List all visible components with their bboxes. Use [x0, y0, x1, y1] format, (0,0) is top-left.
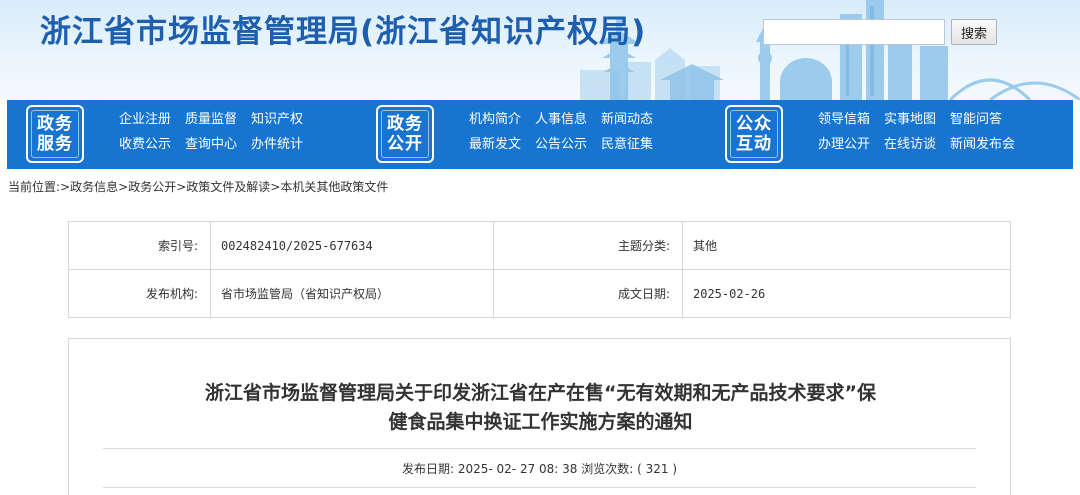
- nav-badge-line1: 政务: [37, 114, 73, 134]
- main-nav: 政务 服务 企业注册 质量监督 知识产权 收费公示 查询中心 办件统计 政务 公…: [7, 100, 1073, 169]
- nav-link-fee-disclosure[interactable]: 收费公示: [119, 135, 171, 154]
- nav-link-personnel-info[interactable]: 人事信息: [535, 110, 587, 129]
- nav-link-smart-qa[interactable]: 智能问答: [950, 110, 1015, 129]
- nav-link-latest-documents[interactable]: 最新发文: [469, 135, 521, 154]
- search-button[interactable]: 搜索: [951, 19, 997, 45]
- topic-category-label: 主题分类:: [493, 221, 683, 270]
- written-date-value: 2025-02-26: [682, 269, 1011, 318]
- divider: [103, 448, 976, 449]
- index-number-label: 索引号:: [68, 221, 211, 270]
- view-count-label: 浏览次数:: [581, 462, 634, 476]
- breadcrumb-separator: >: [60, 180, 71, 194]
- breadcrumb-prefix: 当前位置:: [8, 180, 61, 194]
- index-number-value: 002482410/2025-677634: [210, 221, 494, 270]
- article-container: 浙江省市场监督管理局关于印发浙江省在产在售“无有效期和无产品技术要求”保 健食品…: [68, 338, 1011, 495]
- breadcrumb-item-other-policy-documents[interactable]: 本机关其他政策文件: [280, 180, 388, 194]
- breadcrumb-separator: >: [176, 180, 187, 194]
- view-count-value: ( 321 ): [637, 462, 678, 476]
- article-meta: 发布日期: 2025- 02- 27 08: 38 浏览次数: ( 321 ): [69, 460, 1010, 477]
- nav-link-leader-mailbox[interactable]: 领导信箱: [818, 110, 870, 129]
- article-title-line2: 健食品集中换证工作实施方案的通知: [388, 411, 693, 433]
- breadcrumb-separator: >: [270, 180, 281, 194]
- nav-links-group-2: 机构简介 人事信息 新闻动态 最新发文 公告公示 民意征集: [469, 110, 653, 154]
- publisher-value: 省市场监管局（省知识产权局）: [210, 269, 494, 318]
- nav-badge-government-services[interactable]: 政务 服务: [26, 105, 84, 163]
- nav-badge-line2: 服务: [37, 134, 73, 154]
- nav-link-practical-map[interactable]: 实事地图: [884, 110, 936, 129]
- nav-links-group-3: 领导信箱 实事地图 智能问答 办理公开 在线访谈 新闻发布会: [818, 110, 1015, 154]
- nav-link-press-conference[interactable]: 新闻发布会: [950, 135, 1015, 154]
- breadcrumb-item-policy-documents[interactable]: 政策文件及解读: [186, 180, 270, 194]
- header-banner: 浙江省市场监督管理局(浙江省知识产权局) 搜索: [0, 0, 1080, 100]
- article-title-line1: 浙江省市场监督管理局关于印发浙江省在产在售“无有效期和无产品技术要求”保: [205, 382, 876, 404]
- topic-category-value: 其他: [682, 221, 1011, 270]
- nav-link-public-opinion[interactable]: 民意征集: [601, 135, 653, 154]
- search-input[interactable]: [763, 19, 945, 45]
- nav-badge-line2: 互动: [736, 134, 772, 154]
- nav-link-query-center[interactable]: 查询中心: [185, 135, 237, 154]
- breadcrumb-separator: >: [118, 180, 129, 194]
- written-date-label: 成文日期:: [493, 269, 683, 318]
- publish-date-value: 2025- 02- 27 08: 38: [457, 462, 578, 476]
- breadcrumb-item-government-disclosure[interactable]: 政务公开: [128, 180, 176, 194]
- document-metadata-table: 索引号: 002482410/2025-677634 主题分类: 其他 发布机构…: [68, 221, 1011, 318]
- divider: [103, 487, 976, 488]
- nav-badge-government-disclosure[interactable]: 政务 公开: [376, 105, 434, 163]
- nav-link-announcements[interactable]: 公告公示: [535, 135, 587, 154]
- nav-link-handling-disclosure[interactable]: 办理公开: [818, 135, 870, 154]
- table-row: 发布机构: 省市场监管局（省知识产权局） 成文日期: 2025-02-26: [68, 269, 1011, 318]
- breadcrumb-item-government-info[interactable]: 政务信息: [70, 180, 118, 194]
- nav-link-enterprise-registration[interactable]: 企业注册: [119, 110, 171, 129]
- publish-date-label: 发布日期:: [401, 462, 455, 476]
- nav-badge-line2: 公开: [387, 134, 423, 154]
- breadcrumb: 当前位置:>政务信息>政务公开>政策文件及解读>本机关其他政策文件: [8, 178, 388, 195]
- nav-badge-public-interaction[interactable]: 公众 互动: [725, 105, 783, 163]
- nav-link-organization-intro[interactable]: 机构简介: [469, 110, 521, 129]
- nav-link-quality-supervision[interactable]: 质量监督: [185, 110, 237, 129]
- table-row: 索引号: 002482410/2025-677634 主题分类: 其他: [68, 221, 1011, 270]
- nav-badge-line1: 政务: [387, 114, 423, 134]
- nav-link-intellectual-property[interactable]: 知识产权: [251, 110, 303, 129]
- nav-link-case-statistics[interactable]: 办件统计: [251, 135, 303, 154]
- publisher-label: 发布机构:: [68, 269, 211, 318]
- nav-link-online-interview[interactable]: 在线访谈: [884, 135, 936, 154]
- article-title: 浙江省市场监督管理局关于印发浙江省在产在售“无有效期和无产品技术要求”保 健食品…: [109, 379, 972, 437]
- site-title: 浙江省市场监督管理局(浙江省知识产权局): [40, 14, 647, 50]
- nav-links-group-1: 企业注册 质量监督 知识产权 收费公示 查询中心 办件统计: [119, 110, 303, 154]
- nav-badge-line1: 公众: [736, 114, 772, 134]
- nav-link-news[interactable]: 新闻动态: [601, 110, 653, 129]
